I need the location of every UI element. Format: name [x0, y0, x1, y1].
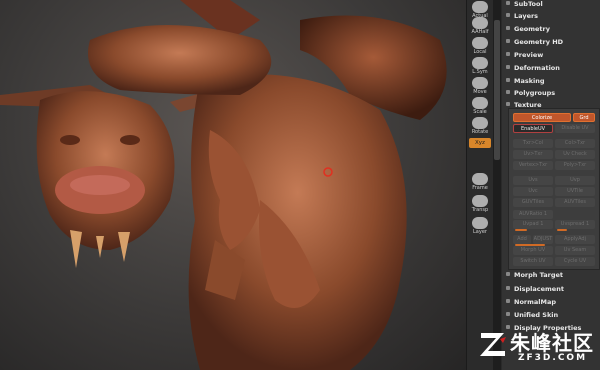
right-toolbar: Actual AAHalf Local L.Sym Move Scale Rot…	[466, 0, 494, 370]
guvtiles-button[interactable]: GUVTiles	[513, 198, 553, 207]
texture-subpanel: Colorize Grd EnableUV Disable UV Txr>Col…	[508, 108, 600, 270]
menu-geometry-hd[interactable]: Geometry HD	[505, 38, 563, 46]
actual-size-icon	[472, 1, 488, 13]
uv-spread-slider-bar	[557, 229, 567, 231]
watermark-text: 朱峰社区	[510, 331, 594, 355]
local-symmetry-icon	[472, 57, 488, 69]
auv-ratio-slider[interactable]: AUVRatio 1	[513, 210, 553, 219]
uv-to-txr-button[interactable]: Uv>Txr	[513, 150, 553, 159]
transparency-icon	[472, 195, 488, 207]
menu-deformation[interactable]: Deformation	[506, 64, 560, 72]
adjust-button[interactable]: ADJUST	[533, 235, 553, 244]
menu-morph-target[interactable]: Morph Target	[505, 271, 563, 279]
uv-spread-slider[interactable]: Uvspread 1	[555, 220, 595, 229]
grd-button[interactable]: Grd	[573, 113, 595, 122]
watermark: 朱峰社区 ZF3D.COM	[478, 325, 600, 370]
menu-unified-skin[interactable]: Unified Skin	[505, 311, 558, 319]
poly-to-txr-button[interactable]: Poly>Txr	[555, 161, 595, 170]
apply-adj-button[interactable]: ApplyAdj	[555, 235, 595, 244]
rotate-icon	[472, 117, 488, 129]
zbrush-logo-icon	[480, 333, 506, 356]
uv-pad-slider-bar	[515, 229, 527, 231]
menu-geometry[interactable]: Geometry	[506, 25, 550, 33]
disable-uv-button[interactable]: Disable UV	[555, 124, 595, 133]
uvc-button[interactable]: Uvc	[513, 187, 553, 196]
scrollbar-thumb[interactable]	[494, 20, 500, 160]
menu-polygroups[interactable]: Polygroups	[505, 89, 555, 97]
uvtile-button[interactable]: UVTile	[555, 187, 595, 196]
uvp-button[interactable]: Uvp	[555, 176, 595, 185]
menu-normalmap[interactable]: NormalMap	[505, 298, 556, 306]
switch-uv-button[interactable]: Switch UV	[513, 257, 553, 266]
uv-check-button[interactable]: Uv Check	[555, 150, 595, 159]
xyz-toggle[interactable]: Xyz	[469, 138, 491, 148]
txr-to-col-button[interactable]: Txr>Col	[513, 139, 553, 148]
auvtiles-button[interactable]: AUVTiles	[555, 198, 595, 207]
frame-button[interactable]: Frame	[469, 172, 491, 196]
watermark-url: ZF3D.COM	[518, 353, 588, 363]
dragon-sculpt-image	[0, 0, 447, 370]
colorize-button[interactable]: Colorize	[513, 113, 571, 122]
rotate-button[interactable]: Rotate	[469, 116, 491, 140]
menu-displacement[interactable]: Displacement	[506, 285, 564, 293]
scale-icon	[472, 97, 488, 109]
morph-uv-button[interactable]: Morph UV	[513, 246, 553, 255]
menu-layers[interactable]: Layers	[505, 12, 538, 20]
uv-pad-slider[interactable]: Uvpad 1	[513, 220, 553, 229]
layer-icon	[472, 217, 488, 229]
transp-button[interactable]: Transp	[469, 194, 491, 218]
layer-button[interactable]: Layer	[469, 216, 491, 240]
vertex-to-txr-button[interactable]: Vertex>Txr	[513, 161, 553, 170]
uvs-button[interactable]: Uvs	[513, 176, 553, 185]
menu-subtool[interactable]: SubTool	[506, 0, 543, 8]
move-icon	[472, 77, 488, 89]
enable-uv-button[interactable]: EnableUV	[513, 124, 553, 133]
panel-scrollbar[interactable]	[493, 0, 501, 370]
aahalf-icon	[472, 17, 488, 29]
frame-icon	[472, 173, 488, 185]
add-button[interactable]: Add	[513, 235, 531, 244]
menu-masking[interactable]: Masking	[506, 77, 545, 85]
menu-preview[interactable]: Preview	[505, 51, 543, 59]
local-icon	[472, 37, 488, 49]
col-to-txr-button[interactable]: Col>Txr	[555, 139, 595, 148]
uv-seam-button[interactable]: Uv Seam	[555, 246, 595, 255]
viewport-canvas[interactable]	[0, 0, 466, 370]
cycle-uv-button[interactable]: Cycle UV	[555, 257, 595, 266]
